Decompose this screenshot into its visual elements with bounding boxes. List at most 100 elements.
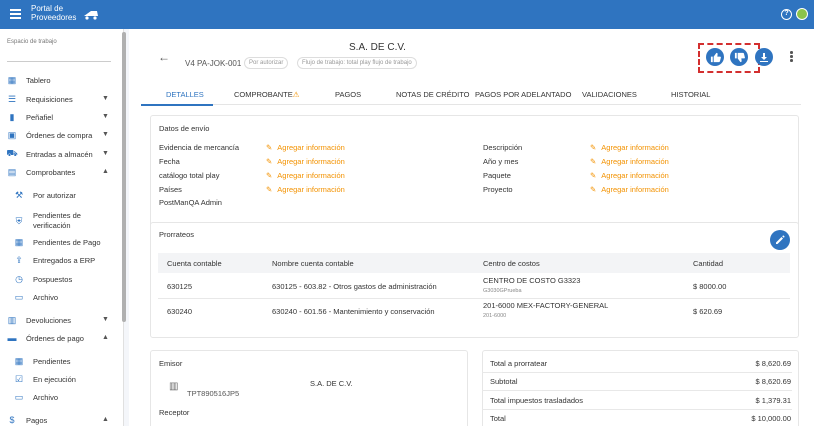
sidebar-item-pospuestos[interactable]: ◷ Pospuestos xyxy=(0,271,122,287)
pencil-icon: ✎ xyxy=(266,143,273,152)
cell-centro-sub: G3030GPrueba xyxy=(483,288,522,294)
archive-icon: ▭ xyxy=(14,391,24,402)
archive-icon: ▭ xyxy=(14,291,24,302)
truck-icon: ⛟ xyxy=(6,148,18,158)
field-label: PostManQA Admin xyxy=(159,198,222,207)
help-icon[interactable]: ? xyxy=(781,9,792,20)
field-label: Fecha xyxy=(159,157,180,166)
tab-pagos[interactable]: PAGOS xyxy=(335,90,361,99)
pencil-icon: ✎ xyxy=(590,157,597,166)
more-options-icon[interactable] xyxy=(790,51,794,63)
sidebar-item-label: Pospuestos xyxy=(33,274,73,284)
sidebar-item-label: Pendientes de verificación xyxy=(33,211,81,230)
tab-validaciones[interactable]: VALIDACIONES xyxy=(582,90,637,99)
add-info-link[interactable]: ✎ Agregar información xyxy=(266,171,345,180)
tab-comprobante[interactable]: COMPROBANTE⚠ xyxy=(234,90,300,99)
download-icon xyxy=(760,53,768,62)
add-info-link[interactable]: ✎ Agregar información xyxy=(590,157,669,166)
cell-cantidad[interactable]: $ 620.69 xyxy=(693,307,722,316)
brand-logo-text[interactable]: Portal de Proveedores xyxy=(31,4,76,22)
chevron-down-icon: ▼ xyxy=(102,131,109,138)
sidebar-item-pendientes-pago[interactable]: ▦ Pendientes de Pago xyxy=(0,234,122,250)
column-header: Cantidad xyxy=(693,259,724,268)
sidebar-item-pendientes-verificacion[interactable]: ⛨ Pendientes de verificación xyxy=(0,210,122,232)
add-info-link[interactable]: ✎ Agregar información xyxy=(590,171,669,180)
sidebar-item-tablero[interactable]: ▦ Tablero xyxy=(0,72,122,88)
sidebar-item-ordenes-pago[interactable]: ▬ Órdenes de pago ▲ xyxy=(0,330,122,346)
sidebar-item-requisiciones[interactable]: ☰ Requisiciones ▼ xyxy=(0,91,122,107)
row-divider xyxy=(482,372,792,373)
document-icon: ▤ xyxy=(7,166,17,177)
approve-button[interactable] xyxy=(706,48,724,66)
emisor-card xyxy=(150,350,468,426)
total-value: $ 8,620.69 xyxy=(755,359,791,368)
tab-pagos-adelantado[interactable]: PAGOS POR ADELANTADO xyxy=(475,90,571,99)
emisor-rfc: TPT890516JP5 xyxy=(187,389,240,398)
dollar-icon: $ xyxy=(9,415,15,425)
cell-cuenta: 630240 xyxy=(167,307,193,316)
avatar[interactable] xyxy=(796,8,808,20)
sidebar-item-en-ejecucion[interactable]: ☑ En ejecución xyxy=(0,371,122,387)
pencil-icon: ✎ xyxy=(590,143,597,152)
back-arrow-icon[interactable]: ← xyxy=(158,50,170,64)
truck-icon xyxy=(84,11,98,20)
payment-order-icon: ▬ xyxy=(7,333,17,343)
total-value: $ 10,000.00 xyxy=(751,414,791,423)
return-icon: ▥ xyxy=(7,314,17,325)
edit-prorrateos-button[interactable] xyxy=(770,230,790,250)
sidebar-item-entradas[interactable]: ⛟ Entradas a almacén ▼ xyxy=(0,146,122,162)
add-info-label: Agregar información xyxy=(601,185,669,194)
chevron-up-icon: ▲ xyxy=(102,168,109,175)
tab-detalles[interactable]: DETALLES xyxy=(166,90,204,99)
field-label: Paquete xyxy=(483,171,511,180)
sidebar-item-por-autorizar[interactable]: ⚒ Por autorizar xyxy=(0,187,122,203)
sidebar-item-devoluciones[interactable]: ▥ Devoluciones ▼ xyxy=(0,312,122,328)
add-info-label: Agregar información xyxy=(601,157,669,166)
upload-icon: ⇪ xyxy=(15,254,23,265)
sidebar-item-entregados-erp[interactable]: ⇪ Entregados a ERP xyxy=(0,252,122,268)
field-label: Evidencia de mercancía xyxy=(159,143,240,152)
cell-cantidad: $ 8000.00 xyxy=(693,282,727,291)
menu-icon[interactable] xyxy=(10,9,21,19)
column-header: Centro de costos xyxy=(483,259,540,268)
chevron-down-icon: ▼ xyxy=(102,150,109,157)
row-divider xyxy=(482,409,792,410)
envio-title: Datos de envío xyxy=(159,124,210,133)
building-icon: ▥ xyxy=(169,381,179,392)
total-label: Total impuestos trasladados xyxy=(490,396,583,405)
reject-button[interactable] xyxy=(730,48,748,66)
sidebar-item-label: Entregados a ERP xyxy=(33,255,96,265)
page-title: S.A. DE C.V. xyxy=(349,42,406,53)
pencil-icon xyxy=(776,235,785,244)
status-badge: Por autorizar xyxy=(244,57,289,69)
sidebar-item-comprobantes[interactable]: ▤ Comprobantes ▲ xyxy=(0,164,122,180)
briefcase-icon: ▣ xyxy=(7,129,17,140)
sidebar-item-label: Pagos xyxy=(26,415,48,425)
sidebar-item-pendientes[interactable]: ▦ Pendientes xyxy=(0,353,122,369)
add-info-link[interactable]: ✎ Agregar información xyxy=(590,185,669,194)
add-info-link[interactable]: ✎ Agregar información xyxy=(266,185,345,194)
clock-icon: ◷ xyxy=(15,273,23,284)
thumbs-up-icon xyxy=(710,52,721,62)
cell-centro: CENTRO DE COSTO G3323 xyxy=(483,276,581,285)
pending-icon: ▦ xyxy=(14,355,24,366)
add-info-link[interactable]: ✎ Agregar información xyxy=(266,143,345,152)
prorrateos-title: Prorrateos xyxy=(159,230,195,239)
sidebar-item-pagos[interactable]: $ Pagos ▲ xyxy=(0,412,122,426)
total-value: $ 8,620.69 xyxy=(755,377,791,386)
download-button[interactable] xyxy=(755,48,773,66)
field-label: Países xyxy=(159,185,182,194)
sidebar-item-ordenes-compra[interactable]: ▣ Órdenes de compra ▼ xyxy=(0,127,122,143)
cell-nombre: 630125 - 603.82 - Otros gastos de admini… xyxy=(272,282,437,291)
sidebar-item-archivo[interactable]: ▭ Archivo xyxy=(0,289,122,305)
sidebar-item-penafiel[interactable]: ▮ Peñafiel ▼ xyxy=(0,109,122,125)
sidebar-item-archivo-pagos[interactable]: ▭ Archivo xyxy=(0,389,122,405)
add-info-link[interactable]: ✎ Agregar información xyxy=(266,157,345,166)
add-info-link[interactable]: ✎ Agregar información xyxy=(590,143,669,152)
row-divider xyxy=(158,298,790,299)
workspace-label: Espacio de trabajo xyxy=(7,39,57,45)
sidebar-scrollbar[interactable] xyxy=(122,32,126,322)
workspace-divider xyxy=(7,61,111,62)
tab-historial[interactable]: HISTORIAL xyxy=(671,90,710,99)
tab-notas-credito[interactable]: NOTAS DE CRÉDITO xyxy=(396,90,469,99)
